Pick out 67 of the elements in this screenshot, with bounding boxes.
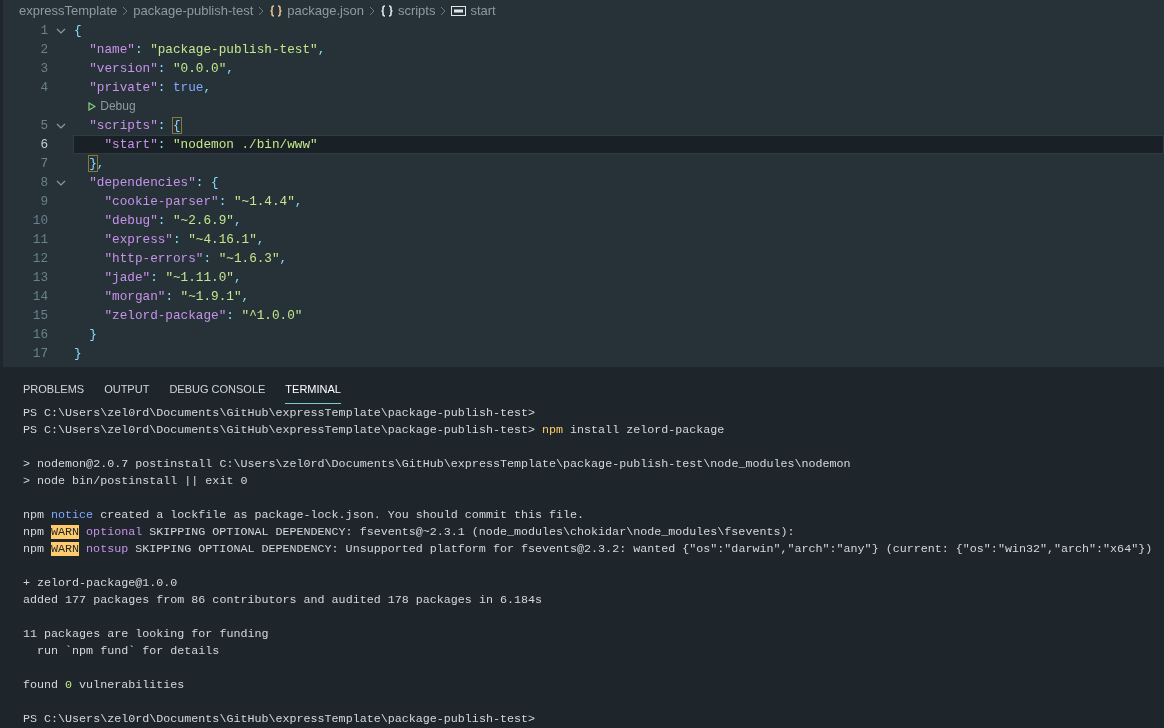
line-number: 3 [39,60,48,78]
terminal-line: 11 packages are looking for funding [23,626,270,643]
terminal-line: PS C:\Users\zel0rd\Documents\GitHub\expressTemplate\package-publish-test> npm install zelord-package [23,422,726,439]
panel-tab[interactable]: PROBLEMS [23,371,85,404]
line-number: 12 [31,250,48,268]
line-number: 13 [31,269,48,287]
terminal-line: > node bin/postinstall || exit 0 [23,473,249,490]
braces-icon [379,3,394,18]
code-line: "morgan": "~1.9.1", [103,288,251,306]
breadcrumb-item[interactable]: package.json [287,0,364,21]
terminal-line: + zelord-package@1.0.0 [23,575,179,592]
line-number: 15 [31,307,48,325]
breadcrumb-item[interactable]: package-publish-test [133,0,254,21]
code-line: { [73,22,83,40]
terminal-line: run `npm fund` for details [36,643,221,660]
play-icon [88,102,97,111]
breadcrumb-item[interactable]: start [470,0,496,21]
breadcrumb-item[interactable]: scripts [397,0,436,21]
terminal-line: > nodemon@2.0.7 postinstall C:\Users\zel0rd\Documents\GitHub\expressTemplate\package-publish-test\node_modules\nodemon [23,456,852,473]
terminal-line: npm notice created a lockfile as package-lock.json. You should commit this file. [23,507,586,524]
line-number: 14 [31,288,48,306]
terminal-line: found 0 vulnerabilities [23,677,186,694]
code-line: }, [88,155,106,173]
terminal-line: added 177 packages from 86 contributors and audited 178 packages in 6.184s [23,592,543,609]
code-line: "dependencies": { [88,174,220,192]
panel-tab[interactable]: DEBUG CONSOLE [169,371,266,404]
line-number: 5 [39,117,48,135]
chevron-icon [257,4,266,17]
fold-chevron-icon [55,26,66,35]
terminal-line: npm WARN optional SKIPPING OPTIONAL DEPENDENCY: fsevents@~2.3.1 (node_modules\chokidar\node_modules\fsevents): [23,524,796,541]
breadcrumb-item[interactable]: expressTemplate [19,0,118,21]
line-number: 17 [31,345,48,363]
panel-tab[interactable]: OUTPUT [104,371,150,404]
chevron-icon [439,4,448,17]
line-number: 9 [39,193,48,211]
line-number: 16 [31,326,48,344]
panel-tab[interactable]: TERMINAL [285,371,341,404]
code-line: "express": "~4.16.1", [103,231,266,249]
code-line: } [73,345,83,363]
line-number: 2 [39,41,48,59]
string-icon [451,4,467,17]
line-number: 4 [39,79,48,97]
code-line: "debug": "~2.6.9", [103,212,243,230]
fold-chevron-icon [55,178,66,187]
fold-chevron-icon [55,121,66,130]
code-line: "private": true, [88,79,213,97]
terminal-line: PS C:\Users\zel0rd\Documents\GitHub\expressTemplate\package-publish-test> [23,711,536,728]
debug-codelens[interactable]: Debug [88,97,136,116]
code-line: } [88,326,98,344]
code-line: "name": "package-publish-test", [88,41,327,59]
code-line: "http-errors": "~1.6.3", [103,250,289,268]
line-number: 7 [39,155,48,173]
terminal-line: npm WARN notsup SKIPPING OPTIONAL DEPENDENCY: Unsupported platform for fsevents@2.3.2: wanted {"os":"darwin","arch":"any"} (current: {"os":"win32","arch":"x64"}) [23,541,1154,558]
line-number: 1 [39,22,48,40]
chevron-icon [121,4,130,17]
code-line: "zelord-package": "^1.0.0" [103,307,304,325]
code-line: "jade": "~1.11.0", [103,269,243,287]
code-line: "cookie-parser": "~1.4.4", [103,193,304,211]
braces-icon [269,3,284,18]
line-number: 8 [39,174,48,192]
line-number: 11 [31,231,48,249]
line-number: 10 [31,212,48,230]
chevron-icon [367,4,376,17]
code-line: "scripts": { [88,117,182,135]
code-line: "version": "0.0.0", [88,60,235,78]
line-number: 6 [39,136,48,154]
terminal-line: PS C:\Users\zel0rd\Documents\GitHub\expressTemplate\package-publish-test> [23,405,536,422]
